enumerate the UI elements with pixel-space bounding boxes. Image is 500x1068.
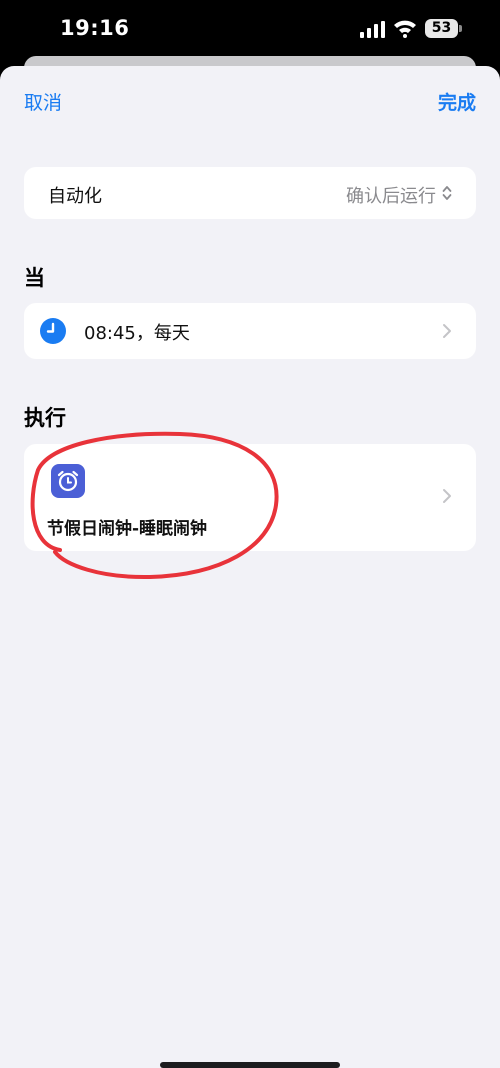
when-section-title: 当 [24,266,45,290]
wifi-icon [394,20,416,38]
home-indicator [160,1062,340,1068]
do-section-title: 执行 [24,406,66,430]
alarm-clock-icon [51,464,85,498]
automation-mode-row[interactable]: 自动化 确认后运行 [24,167,476,219]
chevron-right-icon [443,324,451,338]
chevron-right-icon [443,489,451,503]
automation-mode-value: 确认后运行 [346,186,436,207]
battery-level: 53 [425,19,458,38]
action-row[interactable]: 节假日闹钟-睡眠闹钟 [24,444,476,551]
chevron-updown-icon [442,186,452,200]
status-bar: 19:16 53 [0,0,500,58]
trigger-text: 08:45，每天 [84,323,190,344]
automation-label: 自动化 [48,186,102,207]
done-button[interactable]: 完成 [438,88,476,115]
cancel-button[interactable]: 取消 [24,88,62,115]
automation-sheet: 取消 完成 自动化 确认后运行 当 08:45，每天 执行 节假日闹钟-睡眠闹钟 [0,66,500,1068]
trigger-row[interactable]: 08:45，每天 [24,303,476,359]
status-time: 19:16 [60,16,130,40]
clock-icon [40,318,66,344]
signal-icon [360,21,385,38]
battery-icon: 53 [425,19,463,39]
action-text: 节假日闹钟-睡眠闹钟 [47,519,208,539]
